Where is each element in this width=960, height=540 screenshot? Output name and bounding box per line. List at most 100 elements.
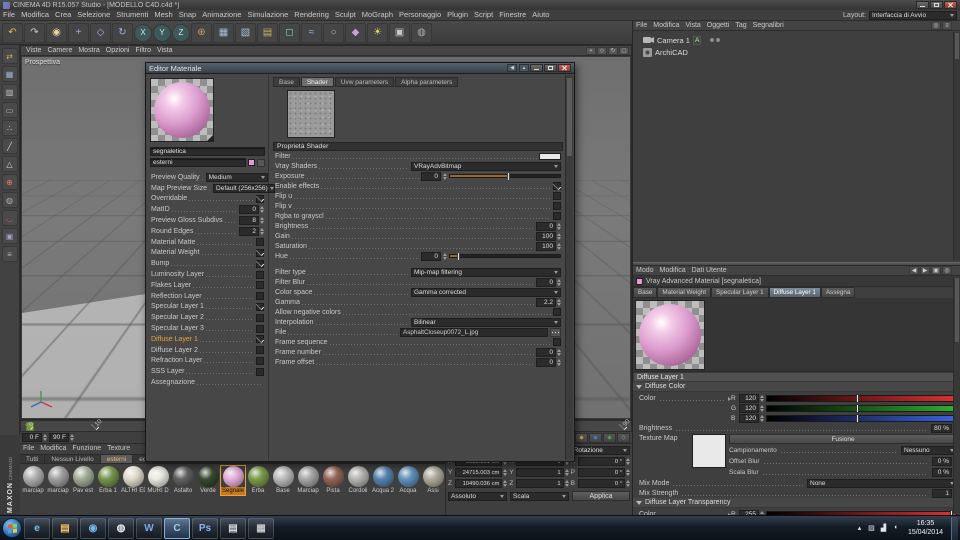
- material-channel-row[interactable]: Bump: [150, 258, 265, 269]
- object-axis-icon[interactable]: ⊕: [2, 174, 18, 190]
- shader-property-row[interactable]: Allow negative colors: [273, 307, 563, 317]
- object-manager-menu-item[interactable]: Tag: [732, 21, 749, 31]
- channel-checkbox[interactable]: [256, 335, 264, 343]
- visibility-dots[interactable]: [710, 38, 720, 42]
- attribute-manager-scrollbar[interactable]: [953, 277, 960, 514]
- add-camera-icon[interactable]: ▣: [389, 23, 410, 43]
- shader-property-row[interactable]: Frame number 0: [273, 347, 563, 357]
- channel-checkbox[interactable]: [256, 303, 264, 311]
- menu-item[interactable]: Animazione: [199, 10, 244, 20]
- material-channel-row[interactable]: Preview Quality Medium: [150, 172, 265, 183]
- material-item[interactable]: Base: [271, 466, 295, 495]
- menu-item[interactable]: Rendering: [291, 10, 332, 20]
- property-slider[interactable]: [449, 254, 561, 258]
- material-channel-row[interactable]: Material Weight: [150, 248, 265, 259]
- material-item[interactable]: Pista: [321, 466, 345, 495]
- channel-value-field[interactable]: 120: [739, 404, 764, 413]
- material-channel-row[interactable]: MatID 0: [150, 204, 265, 215]
- texture-thumbnail[interactable]: [692, 434, 726, 468]
- material-editor-titlebar[interactable]: Editor Materiale ◀▴: [146, 63, 574, 74]
- convert-object-icon[interactable]: ⇄: [2, 48, 18, 64]
- add-deformer-icon[interactable]: ◆: [345, 23, 366, 43]
- material-channel-row[interactable]: Refraction Layer: [150, 356, 265, 367]
- undo-icon[interactable]: ↶: [2, 23, 23, 43]
- browse-button[interactable]: [550, 328, 561, 337]
- add-light-icon[interactable]: ☀: [367, 23, 388, 43]
- property-dropdown[interactable]: VRayAdvBitmap: [411, 162, 561, 171]
- shader-tab[interactable]: Base: [273, 77, 300, 87]
- channel-checkbox[interactable]: [256, 281, 264, 289]
- frame-start-field[interactable]: 0 F: [22, 433, 47, 442]
- menu-item[interactable]: Plugin: [444, 10, 471, 20]
- layer-tab[interactable]: esterni: [101, 455, 134, 463]
- attribute-tab[interactable]: Base: [633, 287, 657, 298]
- menu-item[interactable]: Aiuto: [529, 10, 552, 20]
- lock-x-axis-icon[interactable]: X: [134, 24, 152, 42]
- shader-property-row[interactable]: Saturation 100: [273, 241, 563, 251]
- am-forward-icon[interactable]: ▶: [920, 266, 930, 275]
- material-item[interactable]: Acqua: [396, 466, 420, 495]
- property-dropdown[interactable]: Mip-map filtering: [411, 268, 561, 277]
- menu-item[interactable]: Selezione: [74, 10, 113, 20]
- coordinate-mode-select[interactable]: Assoluto: [448, 492, 507, 501]
- taskbar-notepad-icon[interactable]: ▤: [220, 518, 246, 539]
- material-item[interactable]: Pav est: [71, 466, 95, 495]
- material-item[interactable]: Erba: [246, 466, 270, 495]
- material-channel-row[interactable]: Specular Layer 2: [150, 312, 265, 323]
- channel-slider[interactable]: [766, 415, 957, 422]
- texture-mode-icon[interactable]: ▨: [2, 84, 18, 100]
- material-editor-close-button[interactable]: [558, 64, 571, 72]
- material-channel-row[interactable]: SSS Layer: [150, 366, 265, 377]
- file-path-field[interactable]: AsphaltCloseup0072_L.jpg: [400, 328, 548, 337]
- material-channel-row[interactable]: Overridable: [150, 194, 265, 205]
- taskbar-explorer-icon[interactable]: ▤: [52, 518, 78, 539]
- display-mode-icon[interactable]: ◍: [411, 23, 432, 43]
- attribute-manager-menu-item[interactable]: Modo: [633, 266, 657, 276]
- lock-z-axis-icon[interactable]: Z: [172, 24, 190, 42]
- render-view-icon[interactable]: ▦: [213, 23, 234, 43]
- property-slider[interactable]: [449, 174, 561, 178]
- diffuse-color-header[interactable]: Diffuse Color: [633, 382, 960, 392]
- material-channel-row[interactable]: Reflection Layer: [150, 291, 265, 302]
- texture-preview-thumbnail[interactable]: [287, 90, 335, 138]
- menu-item[interactable]: Script: [471, 10, 496, 20]
- property-checkbox[interactable]: [553, 192, 561, 200]
- viewport-menu-item[interactable]: Camere: [44, 46, 75, 56]
- material-item[interactable]: Erba 1: [96, 466, 120, 495]
- material-item[interactable]: Marciap: [296, 466, 320, 495]
- shader-tab[interactable]: Shader: [301, 77, 334, 87]
- property-number-field[interactable]: 100: [536, 232, 561, 241]
- move-tool-icon[interactable]: +: [68, 23, 89, 43]
- material-channel-row[interactable]: Assegnazione: [150, 377, 265, 388]
- am-back-icon[interactable]: ◀: [909, 266, 919, 275]
- menu-item[interactable]: Crea: [52, 10, 74, 20]
- layout-select[interactable]: Interfaccia di Avvio: [869, 11, 957, 20]
- channel-dropdown[interactable]: Default (256x256): [213, 184, 275, 193]
- start-button[interactable]: [2, 518, 22, 538]
- object-manager-menu-item[interactable]: Modifica: [650, 21, 682, 31]
- restore-button[interactable]: [930, 1, 943, 9]
- object-row-camera[interactable]: Camera 1 A: [635, 34, 958, 46]
- taskbar-photoshop-icon[interactable]: Ps: [192, 518, 218, 539]
- material-channel-row[interactable]: Material Matte: [150, 237, 265, 248]
- object-manager-menu-item[interactable]: File: [633, 21, 650, 31]
- material-item[interactable]: Cordoli: [346, 466, 370, 495]
- material-manager-menu-item[interactable]: File: [20, 444, 37, 454]
- tray-show-hidden-icon[interactable]: ▴: [855, 524, 864, 532]
- property-checkbox[interactable]: [553, 308, 561, 316]
- tray-network-icon[interactable]: ▟: [879, 524, 888, 532]
- material-item[interactable]: Acqua 2: [371, 466, 395, 495]
- shader-property-row[interactable]: Flip v: [273, 201, 563, 211]
- layer-menu-button[interactable]: [257, 159, 265, 167]
- material-channel-row[interactable]: Luminosity Layer: [150, 269, 265, 280]
- material-manager-menu-item[interactable]: Texture: [104, 444, 133, 454]
- material-editor-maximize-button[interactable]: [544, 64, 557, 72]
- rotate-tool-icon[interactable]: ↻: [112, 23, 133, 43]
- material-item[interactable]: Verde: [196, 466, 220, 495]
- channel-checkbox[interactable]: [256, 368, 264, 376]
- coordinate-field[interactable]: 0 °: [578, 479, 630, 488]
- shader-property-row[interactable]: Filter Blur 0: [273, 277, 563, 287]
- filter-color-swatch[interactable]: [539, 153, 561, 160]
- channel-number-field[interactable]: 2: [239, 227, 264, 236]
- taskbar-calculator-icon[interactable]: ▦: [248, 518, 274, 539]
